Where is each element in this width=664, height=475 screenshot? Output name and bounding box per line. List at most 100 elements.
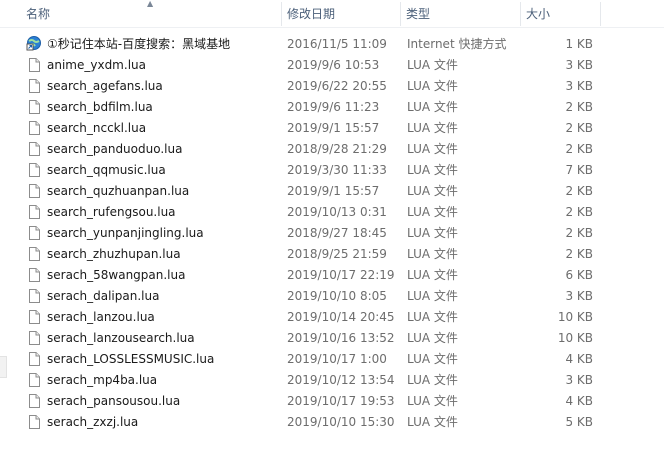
file-type: LUA 文件 bbox=[407, 184, 458, 198]
file-size: 3 KB bbox=[565, 289, 593, 303]
file-modified-date: 2019/10/10 8:05 bbox=[287, 289, 387, 303]
file-icon bbox=[29, 142, 40, 156]
file-row[interactable]: search_zhuzhupan.lua 2018/9/25 21:59 LUA 文… bbox=[0, 244, 664, 265]
file-size: 4 KB bbox=[565, 352, 593, 366]
file-size: 10 KB bbox=[557, 310, 593, 324]
file-row[interactable]: serach_dalipan.lua 2019/10/10 8:05 LUA 文件 3… bbox=[0, 286, 664, 307]
file-row[interactable]: search_ncckl.lua 2019/9/1 15:57 LUA 文件 2 KB bbox=[0, 118, 664, 139]
file-icon bbox=[29, 79, 40, 93]
file-name: serach_zxzj.lua bbox=[47, 415, 139, 429]
file-row[interactable]: ①秒记住本站-百度搜索：黑域基地 2016/11/5 11:09 Internet … bbox=[0, 34, 664, 55]
file-type: LUA 文件 bbox=[407, 289, 458, 303]
file-size: 7 KB bbox=[565, 163, 593, 177]
file-modified-date: 2016/11/5 11:09 bbox=[287, 37, 387, 51]
file-icon bbox=[29, 394, 40, 408]
file-type: LUA 文件 bbox=[407, 373, 458, 387]
file-size: 4 KB bbox=[565, 394, 593, 408]
file-row[interactable]: search_agefans.lua 2019/6/22 20:55 LUA 文件 3… bbox=[0, 76, 664, 97]
file-icon bbox=[29, 184, 40, 198]
file-list: ①秒记住本站-百度搜索：黑域基地 2016/11/5 11:09 Internet … bbox=[0, 34, 664, 433]
column-divider[interactable] bbox=[600, 2, 601, 26]
file-row[interactable]: serach_lanzousearch.lua 2019/10/16 13:52 L… bbox=[0, 328, 664, 349]
column-header-bar: ▲ 名称 修改日期 类型 大小 bbox=[0, 0, 664, 28]
file-row[interactable]: serach_mp4ba.lua 2019/10/12 13:54 LUA 文件 3 … bbox=[0, 370, 664, 391]
file-size: 2 KB bbox=[565, 226, 593, 240]
file-type: LUA 文件 bbox=[407, 310, 458, 324]
file-modified-date: 2019/3/30 11:33 bbox=[287, 163, 387, 177]
file-type: Internet 快捷方式 bbox=[407, 37, 507, 51]
file-type: LUA 文件 bbox=[407, 205, 458, 219]
file-modified-date: 2018/9/27 18:45 bbox=[287, 226, 387, 240]
file-icon bbox=[29, 331, 40, 345]
column-header-size[interactable]: 大小 bbox=[520, 0, 600, 27]
file-row[interactable]: search_bdfilm.lua 2019/9/6 11:23 LUA 文件 2 K… bbox=[0, 97, 664, 118]
file-size: 2 KB bbox=[565, 247, 593, 261]
file-name: ①秒记住本站-百度搜索：黑域基地 bbox=[47, 37, 231, 51]
file-size: 3 KB bbox=[565, 58, 593, 72]
file-name: search_rufengsou.lua bbox=[47, 205, 176, 219]
file-icon bbox=[29, 415, 40, 429]
file-size: 3 KB bbox=[565, 79, 593, 93]
file-modified-date: 2019/10/14 20:45 bbox=[287, 310, 395, 324]
file-modified-date: 2019/9/1 15:57 bbox=[287, 184, 380, 198]
file-name: search_ncckl.lua bbox=[47, 121, 147, 135]
file-modified-date: 2019/10/10 15:30 bbox=[287, 415, 395, 429]
file-icon bbox=[29, 58, 40, 72]
file-modified-date: 2019/10/13 0:31 bbox=[287, 205, 387, 219]
file-modified-date: 2019/10/17 1:00 bbox=[287, 352, 387, 366]
file-type: LUA 文件 bbox=[407, 142, 458, 156]
file-row[interactable]: serach_lanzou.lua 2019/10/14 20:45 LUA 文件 1… bbox=[0, 307, 664, 328]
file-row[interactable]: search_panduoduo.lua 2018/9/28 21:29 LUA 文… bbox=[0, 139, 664, 160]
file-row[interactable]: search_quzhuanpan.lua 2019/9/1 15:57 LUA 文… bbox=[0, 181, 664, 202]
navigation-pane-edge[interactable] bbox=[0, 356, 7, 378]
file-size: 3 KB bbox=[565, 373, 593, 387]
file-row[interactable]: serach_LOSSLESSMUSIC.lua 2019/10/17 1:00 L… bbox=[0, 349, 664, 370]
file-type: LUA 文件 bbox=[407, 58, 458, 72]
file-name: serach_58wangpan.lua bbox=[47, 268, 186, 282]
file-size: 5 KB bbox=[565, 415, 593, 429]
file-type: LUA 文件 bbox=[407, 100, 458, 114]
file-size: 2 KB bbox=[565, 205, 593, 219]
file-name: search_yunpanjingling.lua bbox=[47, 226, 204, 240]
file-size: 2 KB bbox=[565, 184, 593, 198]
file-icon bbox=[29, 373, 40, 387]
file-size: 10 KB bbox=[557, 331, 593, 345]
file-row[interactable]: serach_zxzj.lua 2019/10/10 15:30 LUA 文件 5 K… bbox=[0, 412, 664, 433]
file-modified-date: 2018/9/28 21:29 bbox=[287, 142, 387, 156]
file-type: LUA 文件 bbox=[407, 226, 458, 240]
file-modified-date: 2019/10/17 19:53 bbox=[287, 394, 395, 408]
column-header-date[interactable]: 修改日期 bbox=[281, 0, 400, 27]
file-row[interactable]: anime_yxdm.lua 2019/9/6 10:53 LUA 文件 3 KB bbox=[0, 55, 664, 76]
file-row[interactable]: search_yunpanjingling.lua 2018/9/27 18:45… bbox=[0, 223, 664, 244]
file-icon bbox=[29, 226, 40, 240]
file-name: serach_lanzou.lua bbox=[47, 310, 155, 324]
file-name: search_quzhuanpan.lua bbox=[47, 184, 190, 198]
file-type: LUA 文件 bbox=[407, 394, 458, 408]
file-icon bbox=[29, 352, 40, 366]
file-name: search_bdfilm.lua bbox=[47, 100, 153, 114]
file-modified-date: 2019/10/16 13:52 bbox=[287, 331, 395, 345]
column-header-name[interactable]: 名称 bbox=[20, 0, 282, 27]
file-size: 1 KB bbox=[565, 37, 593, 51]
file-row[interactable]: search_rufengsou.lua 2019/10/13 0:31 LUA 文… bbox=[0, 202, 664, 223]
file-name: serach_mp4ba.lua bbox=[47, 373, 158, 387]
file-name: search_panduoduo.lua bbox=[47, 142, 183, 156]
file-row[interactable]: search_qqmusic.lua 2019/3/30 11:33 LUA 文件 7… bbox=[0, 160, 664, 181]
column-header-type[interactable]: 类型 bbox=[400, 0, 520, 27]
file-size: 2 KB bbox=[565, 142, 593, 156]
file-row[interactable]: serach_pansousou.lua 2019/10/17 19:53 LUA … bbox=[0, 391, 664, 412]
file-type: LUA 文件 bbox=[407, 331, 458, 345]
file-name: search_agefans.lua bbox=[47, 79, 163, 93]
file-icon bbox=[29, 268, 40, 282]
file-type: LUA 文件 bbox=[407, 121, 458, 135]
file-type: LUA 文件 bbox=[407, 79, 458, 93]
file-icon bbox=[29, 289, 40, 303]
file-size: 2 KB bbox=[565, 121, 593, 135]
file-name: serach_pansousou.lua bbox=[47, 394, 181, 408]
file-row[interactable]: serach_58wangpan.lua 2019/10/17 22:19 LUA … bbox=[0, 265, 664, 286]
file-icon bbox=[29, 310, 40, 324]
file-type: LUA 文件 bbox=[407, 163, 458, 177]
file-icon bbox=[29, 163, 40, 177]
file-name: anime_yxdm.lua bbox=[47, 58, 146, 72]
file-name: serach_lanzousearch.lua bbox=[47, 331, 195, 345]
